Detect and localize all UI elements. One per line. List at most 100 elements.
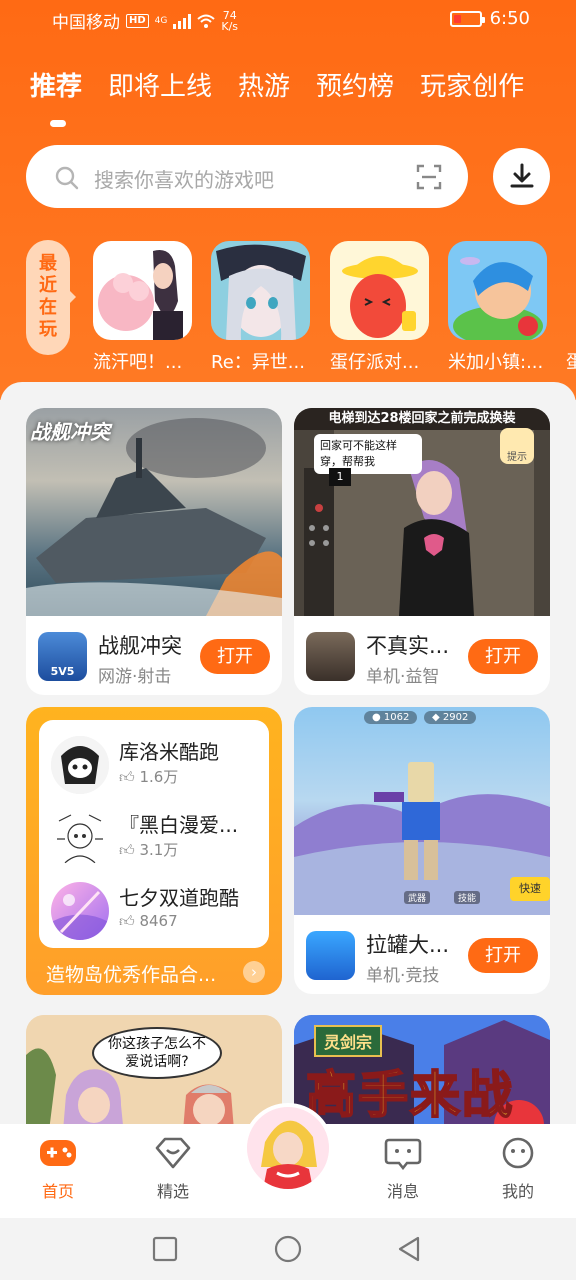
hint-button[interactable]: 提示 (500, 428, 534, 464)
hud-slot-b: 技能 (454, 891, 481, 904)
nav-label: 首页 (41, 1182, 74, 1201)
coin-icon: ● (372, 712, 384, 723)
floor-indicator: 1 (329, 468, 351, 486)
recent-apps-icon[interactable] (152, 1236, 178, 1262)
item-likes: 👍︎ 8467 (119, 912, 178, 930)
item-title: 七夕双道跑酷 (119, 886, 239, 910)
carrier-label: 中国移动 (52, 13, 120, 33)
nav-label: 精选 (156, 1182, 189, 1201)
game-icon (306, 632, 355, 681)
header-area: 中国移动 HD 4G 74 K/s 6:50 推荐 即将上线 热游 预约榜 玩家创… (0, 0, 576, 400)
sign: 灵剑宗 (314, 1025, 383, 1057)
nav-label: 我的 (501, 1182, 534, 1201)
search-placeholder: 搜索你喜欢的游戏吧 (94, 168, 274, 192)
open-button[interactable]: 打开 (468, 639, 538, 674)
nav-label: 消息 (386, 1182, 419, 1201)
battery-icon (449, 10, 485, 27)
game-icon (306, 931, 355, 980)
active-tab-indicator (50, 120, 66, 127)
network-speed: 74 K/s (221, 8, 239, 33)
item-avatar (51, 736, 109, 794)
thumb-up-icon: 👍︎ (119, 912, 140, 930)
game-name: 米加小镇:... (448, 352, 544, 373)
thumb-up-icon: 👍︎ (119, 841, 140, 859)
game-banner: 战舰冲突 (26, 408, 282, 616)
item-title: 库洛米酷跑 (119, 740, 219, 764)
back-icon[interactable] (396, 1235, 422, 1263)
collection-item[interactable]: 『黑白漫爱... 👍︎ 3.1万 (51, 807, 251, 869)
tab-player-creation[interactable]: 玩家创作 (420, 70, 524, 104)
category-tabs: 推荐 即将上线 热游 预约榜 玩家创作 (30, 70, 550, 104)
game-icon: 5V5 (38, 632, 87, 681)
hd-badge: HD (126, 13, 149, 28)
download-icon (510, 163, 534, 188)
item-likes: 👍︎ 3.1万 (119, 841, 179, 859)
item-title: 『黑白漫爱... (119, 813, 239, 837)
nav-profile[interactable]: 我的 (478, 1136, 558, 1202)
hud-gems: ◆ 2902 (424, 711, 477, 724)
item-avatar (51, 882, 109, 940)
game-card[interactable]: 战舰冲突 5V5 战舰冲突 网游·射击 打开 (26, 408, 282, 695)
gamepad-icon (40, 1140, 76, 1166)
speech-bubble: 你这孩子怎么不爱说话啊? (92, 1027, 222, 1079)
featured-avatar-button[interactable] (243, 1103, 333, 1193)
chat-bubble-icon (384, 1138, 422, 1171)
game-icon (93, 241, 192, 340)
hud-slot-a: 武器 (404, 891, 431, 904)
game-name: 蛋仔派对... (330, 352, 420, 373)
game-icon (448, 241, 547, 340)
recent-game-item[interactable]: Re：异世... (211, 241, 311, 374)
recent-game-item[interactable]: 蛋 (566, 241, 576, 374)
search-bar[interactable]: 搜索你喜欢的游戏吧 (26, 145, 468, 208)
banner-title: 电梯到达28楼回家之前完成换装 (294, 408, 550, 430)
game-tags: 单机·益智 (366, 667, 440, 687)
nav-home[interactable]: 首页 (18, 1136, 98, 1202)
game-name: 蛋 (566, 352, 576, 373)
open-button[interactable]: 打开 (200, 639, 270, 674)
recent-played-label: 最近在玩 (26, 240, 76, 355)
signal-icon (173, 13, 192, 29)
hud-quick-button: 快速 (510, 877, 550, 901)
item-avatar (51, 809, 109, 867)
collection-item[interactable]: 库洛米酷跑 👍︎ 1.6万 (51, 734, 251, 796)
wifi-icon (197, 14, 216, 28)
status-bar: 中国移动 HD 4G 74 K/s 6:50 (0, 0, 576, 40)
search-icon (55, 166, 79, 190)
game-banner: 电梯到达28楼回家之前完成换装 回家可不能这样穿，帮帮我 1 提示 (294, 408, 550, 616)
collection-card[interactable]: 库洛米酷跑 👍︎ 1.6万 『黑白漫爱... 👍︎ 3.1万 七夕双道跑酷 👍︎… (26, 707, 282, 995)
tab-upcoming[interactable]: 即将上线 (108, 70, 212, 104)
headline: 高手来战 (305, 1065, 514, 1125)
collection-item[interactable]: 七夕双道跑酷 👍︎ 8467 (51, 880, 251, 942)
game-card[interactable]: 你这孩子怎么不爱说话啊? (26, 1015, 282, 1127)
download-button[interactable] (493, 148, 550, 205)
game-card[interactable]: 电梯到达28楼回家之前完成换装 回家可不能这样穿，帮帮我 1 提示 不真实...… (294, 408, 550, 695)
hud-coins: ● 1062 (364, 711, 418, 724)
nav-messages[interactable]: 消息 (363, 1136, 443, 1202)
thumb-up-icon: 👍︎ (119, 768, 140, 786)
game-name: 流汗吧！... (93, 352, 183, 373)
home-icon[interactable] (274, 1235, 302, 1263)
game-icon (211, 241, 310, 340)
game-tags: 单机·竞技 (366, 966, 440, 986)
game-name: 拉罐大... (366, 933, 450, 957)
open-button[interactable]: 打开 (468, 938, 538, 973)
collection-list: 库洛米酷跑 👍︎ 1.6万 『黑白漫爱... 👍︎ 3.1万 七夕双道跑酷 👍︎… (39, 720, 269, 948)
recent-game-item[interactable]: 流汗吧！... (93, 241, 193, 374)
game-card[interactable]: ● 1062 ◆ 2902 快速 武器 技能 拉罐大... 单机·竞技 打开 (294, 707, 550, 994)
recent-game-item[interactable]: 蛋仔派对... (330, 241, 430, 374)
tab-recommend[interactable]: 推荐 (30, 70, 82, 104)
game-name: 不真实... (366, 634, 450, 658)
content-feed: 战舰冲突 5V5 战舰冲突 网游·射击 打开 电梯到达28楼回家之前完成换装 回… (0, 382, 576, 1127)
tab-reservation-rank[interactable]: 预约榜 (316, 70, 394, 104)
recent-game-item[interactable]: 米加小镇:... (448, 241, 548, 374)
chevron-right-icon[interactable]: › (243, 961, 265, 983)
game-banner: ● 1062 ◆ 2902 快速 武器 技能 (294, 707, 550, 915)
game-tags: 网游·射击 (98, 667, 172, 687)
heart-gem-icon (155, 1137, 191, 1169)
game-card[interactable]: 灵剑宗 高手来战 (294, 1015, 550, 1127)
gem-icon: ◆ (432, 712, 443, 723)
scan-icon[interactable] (416, 164, 442, 190)
clock: 6:50 (489, 8, 530, 29)
tab-hot[interactable]: 热游 (238, 70, 290, 104)
nav-featured[interactable]: 精选 (133, 1136, 213, 1202)
